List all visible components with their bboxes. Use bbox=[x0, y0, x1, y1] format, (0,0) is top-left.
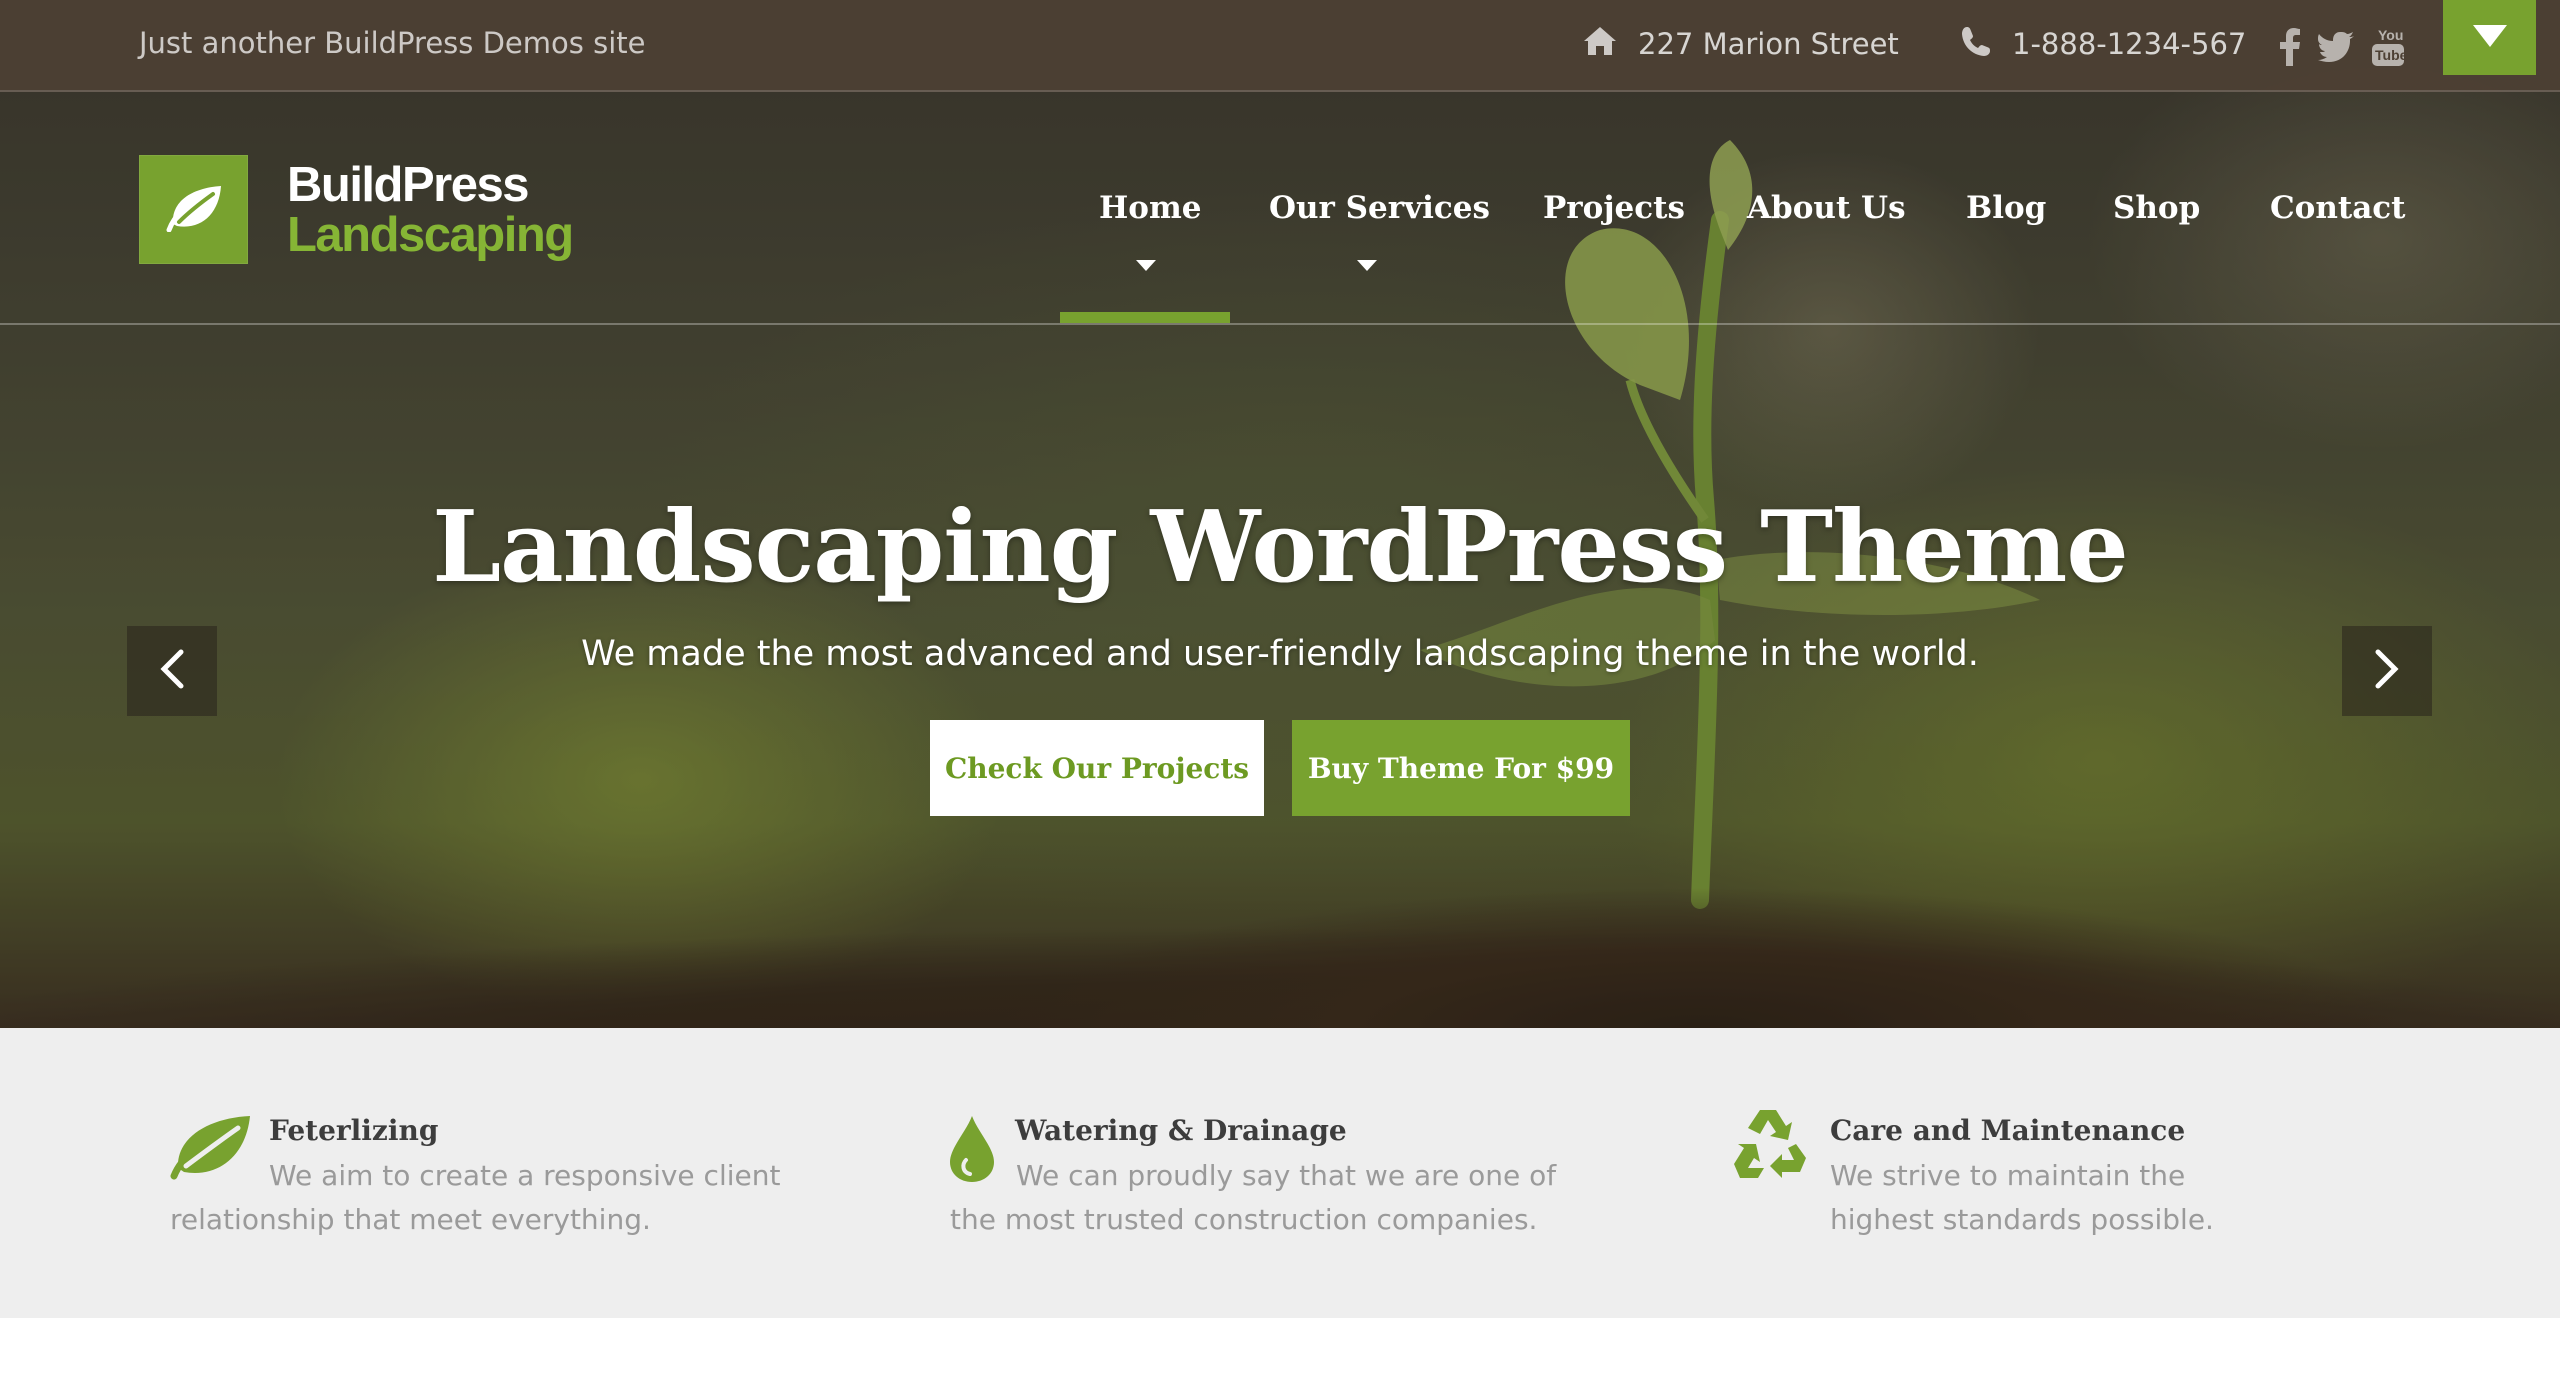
nav-item-about-us[interactable]: About Us bbox=[1747, 190, 1906, 226]
twitter-icon[interactable] bbox=[2318, 32, 2354, 62]
slider-prev-button[interactable] bbox=[127, 626, 217, 716]
nav-item-shop[interactable]: Shop bbox=[2113, 190, 2200, 226]
phone-info: 1-888-1234-567 bbox=[1960, 24, 2246, 64]
youtube-icon[interactable]: You Tube bbox=[2372, 26, 2404, 68]
social-links: You Tube bbox=[2280, 26, 2404, 68]
feature-title: Watering & Drainage bbox=[1015, 1114, 1347, 1147]
nav-item-blog[interactable]: Blog bbox=[1966, 190, 2046, 226]
caret-down-icon bbox=[1136, 260, 1156, 271]
site-tagline: Just another BuildPress Demos site bbox=[139, 26, 646, 60]
site-header: BuildPress Landscaping Home Our Services… bbox=[0, 94, 2560, 325]
feature-text: We can proudly say that we are one of th… bbox=[950, 1159, 1557, 1236]
triangle-down-icon bbox=[2472, 24, 2507, 51]
nav-item-contact[interactable]: Contact bbox=[2270, 190, 2406, 226]
feature-text: We strive to maintain the highest standa… bbox=[1830, 1159, 2214, 1236]
svg-text:You: You bbox=[2378, 27, 2403, 43]
nav-item-our-services[interactable]: Our Services bbox=[1269, 190, 1490, 226]
top-bar: Just another BuildPress Demos site 227 M… bbox=[0, 0, 2560, 92]
chevron-left-icon bbox=[159, 649, 185, 693]
features-section: Feterlizing We aim to create a responsiv… bbox=[0, 1028, 2560, 1318]
slider-next-button[interactable] bbox=[2342, 626, 2432, 716]
home-icon bbox=[1582, 25, 1618, 64]
facebook-icon[interactable] bbox=[2280, 28, 2300, 66]
topbar-toggle-button[interactable] bbox=[2443, 0, 2536, 75]
nav-item-projects[interactable]: Projects bbox=[1543, 190, 1685, 226]
slide-subtitle: We made the most advanced and user-frien… bbox=[581, 634, 1979, 674]
buy-theme-button[interactable]: Buy Theme For $99 bbox=[1292, 720, 1630, 816]
check-projects-button[interactable]: Check Our Projects bbox=[930, 720, 1264, 816]
phone-text[interactable]: 1-888-1234-567 bbox=[2012, 27, 2246, 61]
address-text: 227 Marion Street bbox=[1638, 27, 1899, 61]
feature-text: We aim to create a responsive client rel… bbox=[170, 1159, 781, 1236]
caret-down-icon bbox=[1357, 260, 1377, 271]
nav-active-indicator bbox=[1060, 312, 1230, 323]
chevron-right-icon bbox=[2374, 649, 2400, 693]
nav-item-home[interactable]: Home bbox=[1099, 190, 1202, 226]
svg-text:Tube: Tube bbox=[2375, 47, 2404, 63]
feature-title: Care and Maintenance bbox=[1830, 1114, 2186, 1147]
phone-icon bbox=[1960, 25, 1992, 64]
main-navigation: Home Our Services Projects About Us Blog… bbox=[0, 94, 2560, 325]
slide-title: Landscaping WordPress Theme bbox=[432, 490, 2128, 605]
feature-title: Feterlizing bbox=[269, 1114, 439, 1147]
recycle-icon bbox=[1730, 1104, 1812, 1188]
address-info: 227 Marion Street bbox=[1582, 24, 1899, 64]
page: Just another BuildPress Demos site 227 M… bbox=[0, 0, 2560, 1378]
